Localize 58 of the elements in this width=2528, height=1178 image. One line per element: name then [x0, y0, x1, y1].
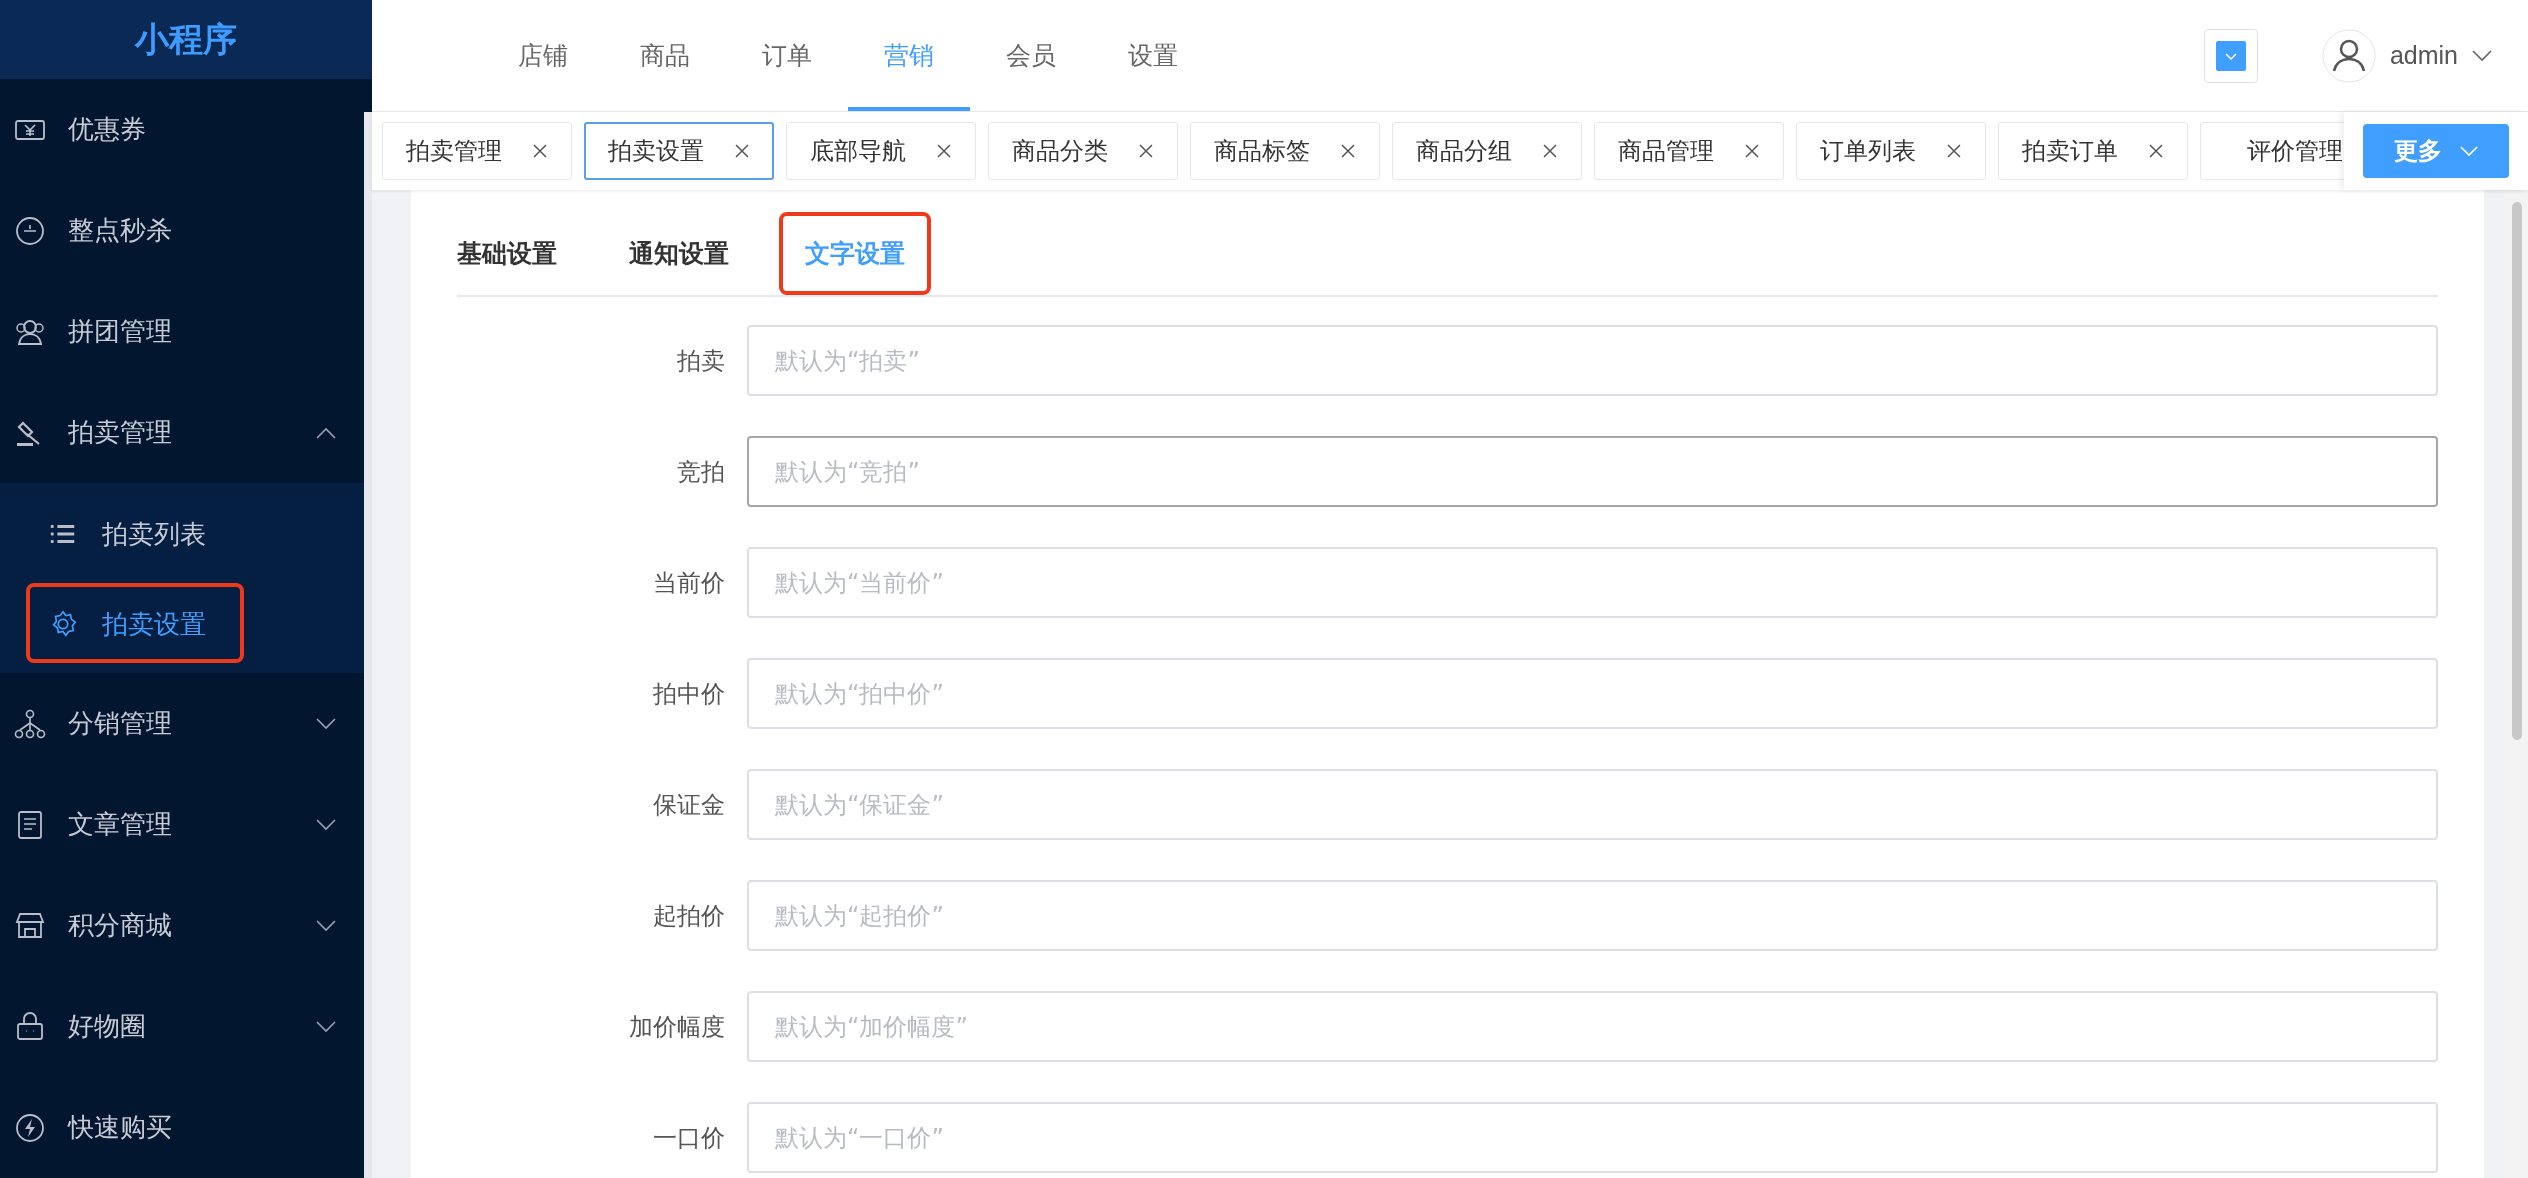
caret-icon: [2460, 145, 2478, 157]
menu-item[interactable]: 文章管理: [0, 774, 364, 875]
menu-item[interactable]: 好物圈: [0, 976, 364, 1077]
page-tab[interactable]: 底部导航: [786, 122, 976, 180]
close-icon[interactable]: [734, 143, 750, 159]
dropdown-icon: [2215, 40, 2246, 71]
menu-item[interactable]: 拼团管理: [0, 281, 364, 382]
nav-tab[interactable]: 设置: [1092, 0, 1214, 111]
field-label: 保证金: [652, 789, 725, 821]
field-label: 加价幅度: [628, 1011, 725, 1043]
nav-tab[interactable]: 商品: [604, 0, 726, 111]
page-tab[interactable]: 拍卖管理: [382, 122, 572, 180]
menu-item[interactable]: 拍卖管理: [0, 382, 364, 483]
field-label: 拍卖: [676, 345, 725, 377]
caret-icon[interactable]: [2472, 49, 2492, 62]
close-icon[interactable]: [936, 143, 952, 159]
avatar-icon[interactable]: [2321, 28, 2376, 83]
page-tab[interactable]: 商品管理: [1594, 122, 1784, 180]
menu-item[interactable]: 快速购买: [0, 1077, 364, 1178]
menu-item[interactable]: 整点秒杀: [0, 180, 364, 281]
field-label: 起拍价: [652, 900, 725, 932]
close-icon[interactable]: [1744, 143, 1760, 159]
menu-item[interactable]: 积分商城: [0, 875, 364, 976]
nav-tab[interactable]: 订单: [726, 0, 848, 111]
close-icon[interactable]: [532, 143, 548, 159]
user-name[interactable]: admin: [2389, 41, 2458, 70]
field-label: 竞拍: [676, 456, 725, 488]
menu-item[interactable]: 分销管理: [0, 673, 364, 774]
close-icon[interactable]: [1542, 143, 1558, 159]
close-icon[interactable]: [1946, 143, 1962, 159]
app-title: 小程序: [135, 17, 237, 61]
close-icon[interactable]: [2148, 143, 2164, 159]
hierarchy-icon: [14, 707, 46, 740]
nav-tab[interactable]: 会员: [970, 0, 1092, 111]
page-tab[interactable]: 评价管理: [2200, 122, 2344, 180]
page-tab[interactable]: 订单列表: [1796, 122, 1986, 180]
menu-item[interactable]: 优惠券: [0, 79, 364, 180]
settings-tab[interactable]: 通知设置: [607, 212, 751, 295]
field-label: 拍中价: [652, 678, 725, 710]
scrollbar-thumb[interactable]: [2512, 202, 2522, 740]
page-tab[interactable]: 商品分类: [988, 122, 1178, 180]
page-tab[interactable]: 拍卖订单: [1998, 122, 2188, 180]
text-input[interactable]: 默认为“竞拍”: [747, 436, 2438, 507]
page-tab[interactable]: 商品分组: [1392, 122, 1582, 180]
field-label: 当前价: [652, 567, 725, 599]
nav-tab[interactable]: 店铺: [482, 0, 604, 111]
close-icon[interactable]: [1138, 143, 1154, 159]
field-label: 一口价: [652, 1122, 725, 1154]
scrollbar[interactable]: [364, 112, 372, 1178]
page-tab[interactable]: 拍卖设置: [584, 122, 774, 180]
clock-icon: [14, 214, 46, 247]
page-tab[interactable]: 商品标签: [1190, 122, 1380, 180]
submenu-item[interactable]: 拍卖设置: [0, 579, 364, 669]
close-icon[interactable]: [1340, 143, 1356, 159]
settings-tab[interactable]: 基础设置: [457, 212, 579, 295]
lightning-icon: [14, 1111, 46, 1144]
submenu-item[interactable]: 拍卖列表: [0, 489, 364, 579]
color-picker[interactable]: [2203, 28, 2258, 83]
